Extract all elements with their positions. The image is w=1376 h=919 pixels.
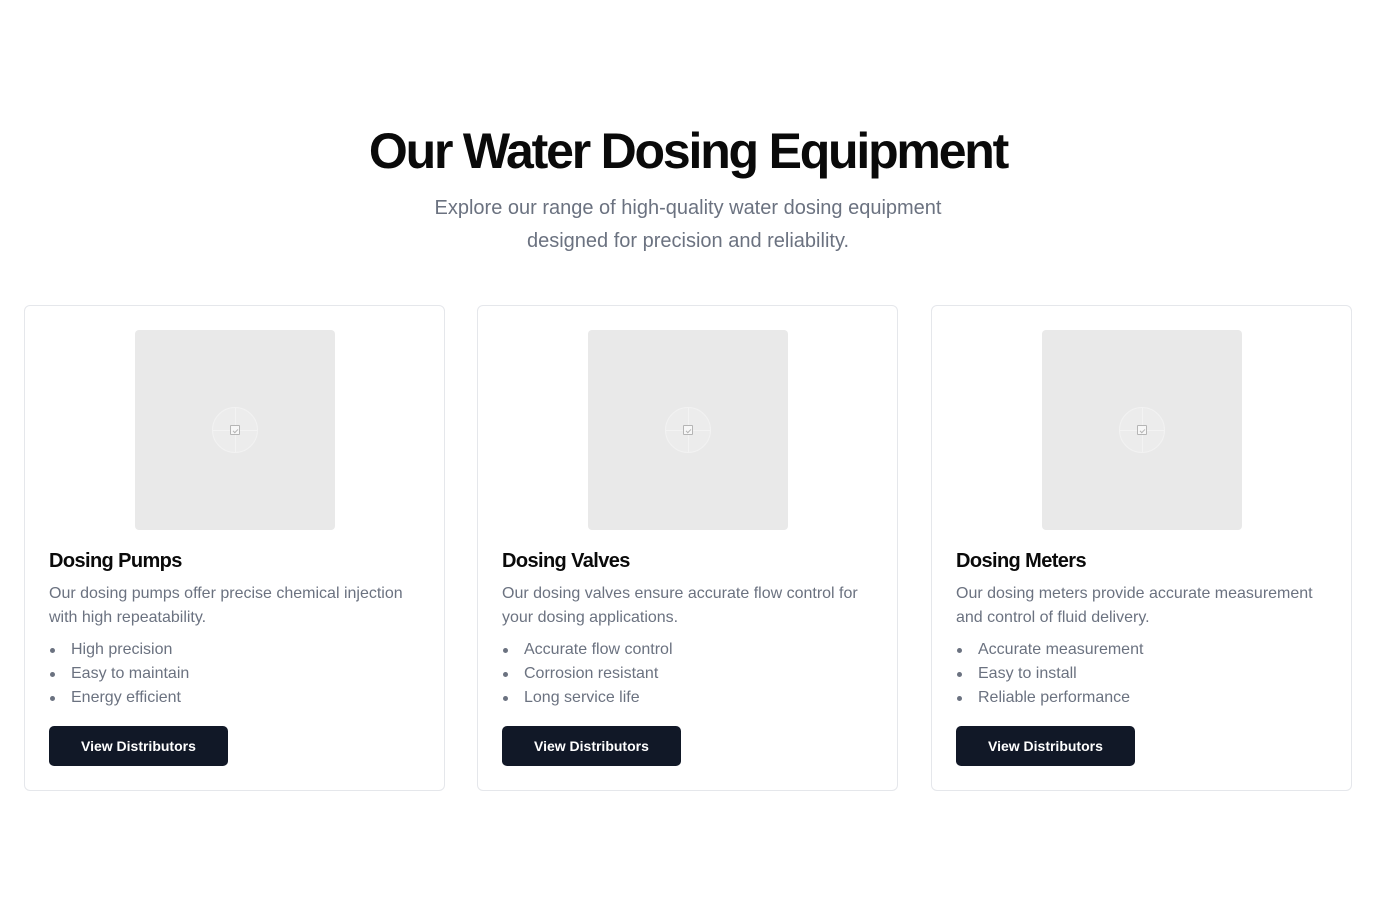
feature-item: Reliable performance: [956, 686, 1143, 710]
feature-label: Accurate flow control: [524, 641, 673, 658]
bullet-icon: [503, 696, 508, 701]
feature-label: Accurate measurement: [978, 641, 1144, 658]
bullet-icon: [957, 648, 962, 653]
bullet-icon: [50, 672, 55, 677]
product-title: Dosing Valves: [502, 550, 630, 572]
feature-item: Accurate flow control: [502, 638, 673, 662]
feature-item: High precision: [49, 638, 189, 662]
feature-item: Easy to maintain: [49, 662, 189, 686]
view-distributors-button[interactable]: View Distributors: [502, 726, 681, 766]
feature-item: Accurate measurement: [956, 638, 1143, 662]
bullet-icon: [957, 696, 962, 701]
product-card-dosing-pumps: Dosing Pumps Our dosing pumps offer prec…: [24, 305, 445, 791]
product-title: Dosing Meters: [956, 550, 1087, 572]
bullet-icon: [957, 672, 962, 677]
view-distributors-button[interactable]: View Distributors: [49, 726, 228, 766]
product-title: Dosing Pumps: [49, 550, 182, 572]
feature-list: Accurate flow control Corrosion resistan…: [502, 638, 673, 710]
image-placeholder-icon: [683, 425, 693, 435]
feature-list: Accurate measurement Easy to install Rel…: [956, 638, 1143, 710]
image-placeholder-icon: [1137, 425, 1147, 435]
image-placeholder-icon: [230, 425, 240, 435]
bullet-icon: [503, 672, 508, 677]
product-image-placeholder: [588, 330, 788, 530]
feature-label: Long service life: [524, 689, 640, 706]
feature-label: Easy to maintain: [71, 665, 190, 682]
feature-item: Energy efficient: [49, 686, 189, 710]
feature-label: Corrosion resistant: [524, 665, 659, 682]
feature-item: Long service life: [502, 686, 673, 710]
product-card-dosing-valves: Dosing Valves Our dosing valves ensure a…: [477, 305, 898, 791]
feature-label: Reliable performance: [978, 689, 1131, 706]
product-description: Our dosing meters provide accurate measu…: [956, 585, 1313, 626]
equipment-section: Our Water Dosing Equipment Explore our r…: [0, 0, 1376, 919]
product-description: Our dosing valves ensure accurate flow c…: [502, 585, 858, 626]
product-card-dosing-meters: Dosing Meters Our dosing meters provide …: [931, 305, 1352, 791]
feature-list: High precision Easy to maintain Energy e…: [49, 638, 189, 710]
feature-item: Easy to install: [956, 662, 1143, 686]
bullet-icon: [50, 648, 55, 653]
section-subtitle: Explore our range of high-quality water …: [434, 197, 942, 252]
product-description: Our dosing pumps offer precise chemical …: [49, 585, 403, 626]
feature-label: High precision: [71, 641, 173, 658]
bullet-icon: [503, 648, 508, 653]
product-image-placeholder: [1042, 330, 1242, 530]
feature-item: Corrosion resistant: [502, 662, 673, 686]
section-title: Our Water Dosing Equipment: [368, 123, 1009, 179]
view-distributors-button[interactable]: View Distributors: [956, 726, 1135, 766]
feature-label: Easy to install: [978, 665, 1077, 682]
feature-label: Energy efficient: [71, 689, 181, 706]
bullet-icon: [50, 696, 55, 701]
product-image-placeholder: [135, 330, 335, 530]
